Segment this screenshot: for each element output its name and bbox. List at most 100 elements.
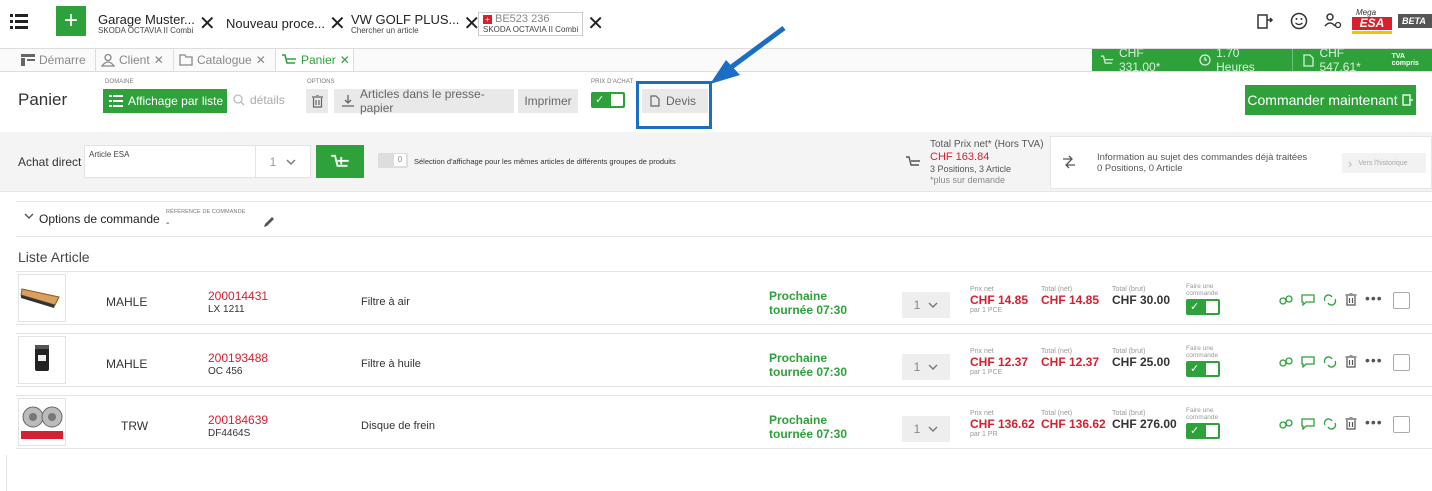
tab-catalogue[interactable]: Catalogue ✕ (174, 49, 276, 71)
add-tab-button[interactable]: + (56, 6, 86, 36)
close-icon[interactable]: ✕ (256, 53, 266, 67)
chevron-down-icon (928, 364, 938, 370)
search-icon (233, 94, 245, 106)
article-number-link[interactable]: 200193488 (208, 351, 268, 366)
tab-title: Nouveau proce... (226, 16, 326, 32)
row-checkbox[interactable] (1393, 354, 1410, 371)
user-icon (101, 53, 115, 67)
menu-icon[interactable] (10, 13, 28, 29)
session-tab-plate[interactable]: + BE523 236 SKODA OCTAVIA II Combi ✕ (478, 6, 604, 42)
order-toggle[interactable]: ✓ (1186, 360, 1220, 377)
processed-orders-count: 0 Positions, 0 Article (1097, 163, 1183, 175)
more-options-icon[interactable]: ••• (1365, 352, 1383, 368)
close-icon[interactable]: ✕ (199, 14, 216, 34)
net-price: CHF 12.37 (970, 354, 1029, 369)
order-toggle-label: Faire une commande (1186, 345, 1219, 359)
details-label: détails (250, 93, 285, 107)
article-image-oil-filter[interactable] (18, 336, 66, 384)
order-toggle[interactable]: ✓ (1186, 298, 1220, 315)
more-options-icon[interactable]: ••• (1365, 290, 1383, 306)
row-checkbox[interactable] (1393, 416, 1410, 433)
table-row: MAHLE 200014431 LX 1211 Filtre à air Pro… (16, 271, 1432, 325)
cart-transfer-icon[interactable] (1256, 12, 1274, 30)
article-image-brake-disc[interactable] (18, 398, 66, 446)
trash-icon[interactable] (1345, 355, 1357, 368)
stock-icon[interactable] (1279, 294, 1293, 306)
article-image-air-filter[interactable] (18, 274, 66, 322)
smiley-icon[interactable] (1290, 12, 1308, 30)
article-number-link[interactable]: 200184639 (208, 413, 268, 428)
download-icon (342, 95, 354, 107)
edit-pencil-icon[interactable] (263, 216, 275, 228)
add-to-cart-button[interactable] (316, 145, 364, 178)
trash-icon[interactable] (1345, 293, 1357, 306)
quantity-value: 1 (913, 360, 921, 374)
close-icon[interactable]: ✕ (340, 53, 350, 67)
close-icon[interactable]: ✕ (154, 53, 164, 67)
stock-icon[interactable] (1279, 418, 1293, 430)
order-options-bar[interactable] (16, 201, 1432, 237)
table-row: MAHLE 200193488 OC 456 Filtre à huile Pr… (16, 333, 1432, 387)
clipboard-button[interactable]: Articles dans le presse-papier (334, 87, 514, 115)
comment-icon[interactable] (1301, 294, 1315, 306)
details-button[interactable]: détails (233, 93, 285, 107)
delivery-status: Prochaine tournée 07:30 (769, 351, 848, 379)
list-view-button[interactable]: Affichage par liste (103, 89, 227, 113)
exchange-icon[interactable] (1323, 418, 1337, 430)
article-brand: MAHLE (106, 295, 148, 309)
article-brand: TRW (121, 419, 149, 433)
purchase-price-label: PRIX D'ACHAT (591, 79, 634, 85)
close-icon[interactable]: ✕ (587, 14, 604, 34)
quantity-select[interactable]: 1 (255, 145, 311, 178)
page-title: Panier (18, 90, 68, 109)
pointer-arrow (700, 24, 790, 90)
user-settings-icon[interactable] (1324, 12, 1342, 30)
cart-summary-bar[interactable]: CHF 331.00* 1.70 Heures CHF 547.61* TVA … (1092, 46, 1432, 74)
chevron-down-icon (928, 426, 938, 432)
exchange-icon[interactable] (1323, 294, 1337, 306)
session-tab-vw-golf[interactable]: VW GOLF PLUS... Chercher un article ✕ (351, 6, 480, 42)
toggle-value: 0 (394, 154, 406, 166)
print-label: Imprimer (524, 94, 572, 108)
order-reference-label: RÉFÉRENCE DE COMMANDE (166, 209, 246, 215)
net-total-value: CHF 163.84 (930, 151, 990, 163)
history-button[interactable]: › Vers l'historique (1342, 153, 1426, 173)
comment-icon[interactable] (1301, 418, 1315, 430)
session-tab-garage[interactable]: Garage Muster... SKODA OCTAVIA II Combi ✕ (98, 6, 216, 42)
exchange-icon[interactable] (1323, 356, 1337, 368)
more-options-icon[interactable]: ••• (1365, 414, 1383, 430)
trash-icon[interactable] (1345, 417, 1357, 430)
print-button[interactable]: Imprimer (518, 89, 578, 113)
group-selection-label: Sélection d'affichage pour les mêmes art… (414, 157, 676, 166)
check-icon: ✓ (595, 94, 605, 106)
order-toggle-label: Faire une commande (1186, 407, 1219, 421)
tab-client[interactable]: Client ✕ (96, 49, 174, 71)
row-checkbox[interactable] (1393, 292, 1410, 309)
article-reference: LX 1211 (208, 304, 245, 315)
tab-cart[interactable]: Panier ✕ (276, 49, 354, 71)
options-label: OPTIONS (307, 79, 335, 85)
order-now-button[interactable]: Commander maintenant (1245, 85, 1416, 115)
positions-count: 3 Positions, 3 Article (930, 164, 1012, 175)
domain-label: DOMAINE (105, 79, 134, 85)
delete-all-button[interactable] (306, 89, 328, 113)
close-icon[interactable]: ✕ (329, 14, 346, 34)
stock-icon[interactable] (1279, 356, 1293, 368)
group-selection-toggle[interactable]: 0 (378, 153, 408, 168)
article-reference: DF4464S (208, 428, 251, 439)
purchase-price-toggle[interactable]: ✓ (591, 92, 625, 108)
quantity-select[interactable]: 1 (902, 354, 950, 380)
chevron-down-icon[interactable] (24, 213, 34, 219)
vat-note: TVA compris (1391, 53, 1419, 67)
transfer-icon (1061, 155, 1077, 169)
tab-subtitle: Chercher un article (351, 25, 419, 35)
order-toggle[interactable]: ✓ (1186, 422, 1220, 439)
article-number-link[interactable]: 200014431 (208, 289, 268, 304)
quantity-select[interactable]: 1 (902, 416, 950, 442)
session-tab-new-process[interactable]: Nouveau proce... ✕ (226, 6, 346, 42)
price-unit: par 1 PR (970, 430, 998, 438)
quantity-select[interactable]: 1 (902, 292, 950, 318)
tab-start[interactable]: Démarre (16, 49, 96, 71)
cart-icon (330, 153, 350, 171)
comment-icon[interactable] (1301, 356, 1315, 368)
